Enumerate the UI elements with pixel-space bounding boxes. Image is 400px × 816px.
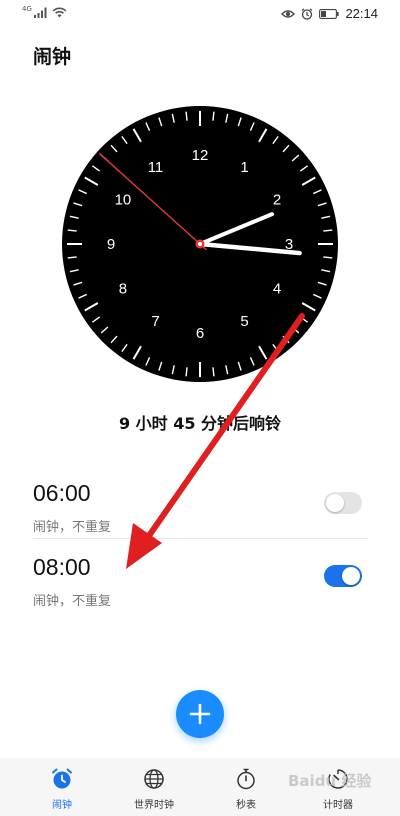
clock-minute-tick (323, 256, 333, 259)
clock-number: 9 (107, 236, 115, 253)
tab-label: 秒表 (236, 800, 256, 811)
clock-number: 11 (148, 159, 164, 176)
status-bar: 4G 22:14 (0, 0, 400, 28)
status-left: 4G (22, 4, 67, 18)
alarm-item[interactable]: 06:00 闹钟，不重复 (0, 480, 400, 554)
clock-center-dot (198, 242, 202, 246)
clock-minute-tick (67, 256, 77, 259)
alarm-description: 闹钟，不重复 (33, 520, 112, 535)
tab-stopwatch[interactable]: 秒表 (196, 758, 296, 816)
clock-minute-tick (212, 111, 215, 121)
clock-minute-tick (185, 111, 188, 121)
alarm-time: 08:00 (33, 554, 91, 580)
tab-label: 计时器 (323, 800, 353, 811)
clock-number: 2 (273, 192, 281, 209)
alarm-item[interactable]: 08:00 闹钟，不重复 (0, 554, 400, 628)
battery-icon (319, 8, 340, 19)
signal-icon (33, 7, 47, 18)
timer-icon (328, 769, 348, 789)
clock-minute-tick (323, 229, 333, 232)
clock-number: 6 (196, 325, 204, 342)
countdown-text: 9 小时 45 分钟后响铃 (118, 414, 282, 433)
alarm-description: 闹钟，不重复 (33, 594, 112, 609)
analog-clock: 121234567891011 (62, 106, 338, 382)
status-right: 22:14 (281, 6, 378, 21)
wifi-icon (52, 7, 67, 18)
list-divider (33, 538, 368, 539)
alarm-icon (52, 768, 72, 789)
clock-minute-tick (185, 367, 188, 377)
clock-minute-tick (212, 367, 215, 377)
tab-timer[interactable]: 计时器 (288, 758, 388, 816)
tab-label: 闹钟 (52, 800, 72, 811)
clock-number: 7 (151, 313, 159, 330)
plus-icon (189, 703, 211, 725)
eye-icon (281, 9, 296, 18)
globe-icon (144, 769, 164, 789)
tab-world-clock[interactable]: 世界时钟 (104, 758, 204, 816)
alarm-toggle[interactable] (324, 492, 362, 514)
clock-number: 10 (115, 192, 132, 209)
clock-minute-tick (67, 229, 77, 232)
alarm-time: 06:00 (33, 480, 91, 506)
alarm-status-icon (302, 7, 313, 20)
clock-number: 8 (119, 281, 127, 298)
page-title: 闹钟 (33, 46, 72, 68)
clock-number: 4 (273, 281, 281, 298)
toggle-knob (326, 494, 344, 512)
clock-number: 12 (192, 147, 209, 164)
network-type-label: 4G (22, 4, 32, 13)
tab-alarm[interactable]: 闹钟 (12, 758, 112, 816)
add-alarm-button[interactable] (176, 690, 224, 738)
clock-number: 1 (240, 159, 248, 176)
bottom-tab-bar: 闹钟 世界时钟 秒表 计时器 (0, 758, 400, 816)
toggle-knob (342, 567, 360, 585)
stopwatch-icon (237, 768, 255, 790)
tab-label: 世界时钟 (134, 800, 174, 811)
clock-number: 5 (240, 313, 248, 330)
status-time: 22:14 (345, 6, 378, 21)
alarm-toggle[interactable] (324, 565, 362, 587)
